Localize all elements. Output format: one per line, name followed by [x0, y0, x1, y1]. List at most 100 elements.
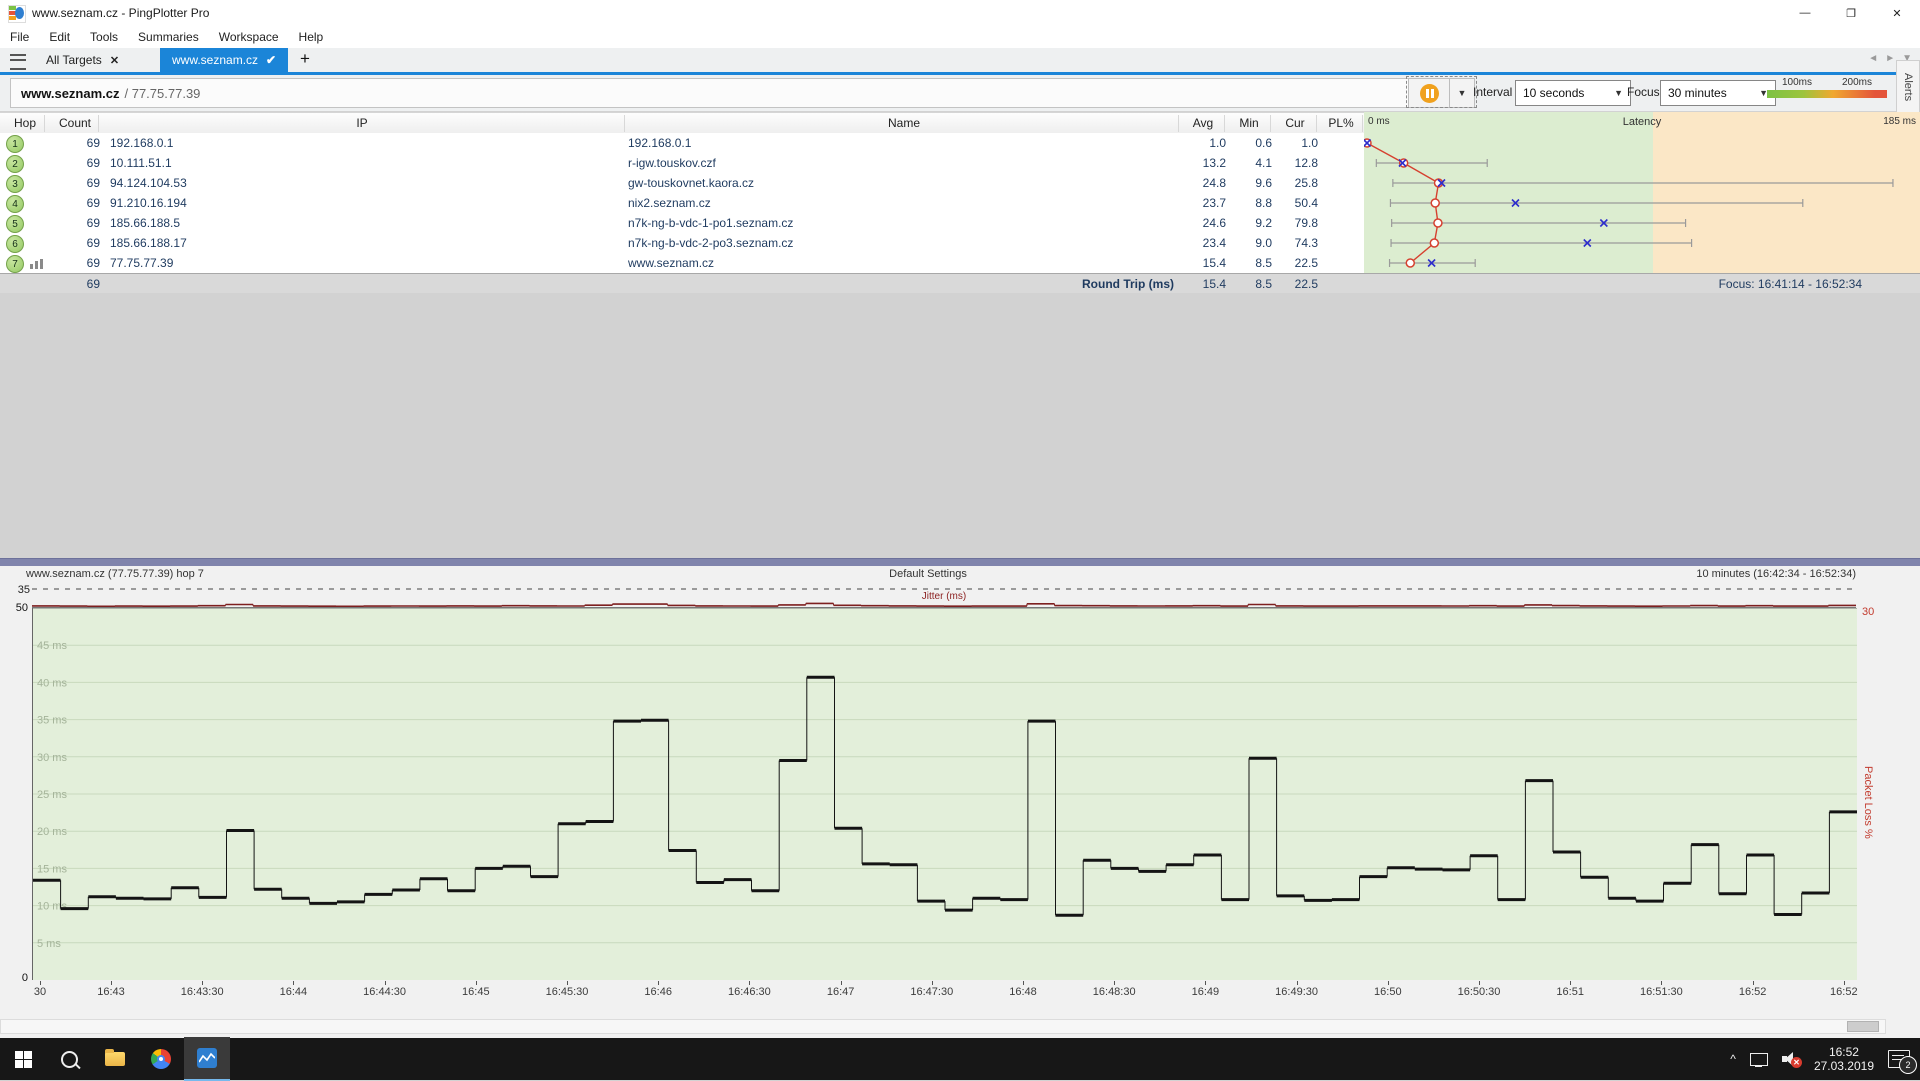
history-back-icon[interactable]: ◄ [1868, 53, 1878, 64]
cell-name: n7k-ng-b-vdc-2-po3.seznam.cz [628, 236, 793, 250]
pause-button[interactable] [1408, 78, 1450, 108]
cell-min: 4.1 [1226, 156, 1272, 170]
time-tick-label: 16:45 [462, 986, 490, 998]
menu-edit[interactable]: Edit [39, 30, 80, 44]
clock-time: 16:52 [1814, 1045, 1874, 1059]
legend-100ms: 100ms [1782, 77, 1812, 88]
col-header-hop[interactable]: Hop [0, 116, 50, 130]
packet-loss-axis-title: Packet Loss % [1862, 766, 1874, 839]
cell-cur: 50.4 [1272, 196, 1318, 210]
time-tick-label: 30 [34, 986, 46, 998]
timeline-settings-label[interactable]: Default Settings [0, 568, 1856, 580]
gridline-label: 5 ms [37, 938, 61, 950]
menu-tools[interactable]: Tools [80, 30, 128, 44]
network-icon[interactable] [1750, 1053, 1768, 1066]
menu-summaries[interactable]: Summaries [128, 30, 209, 44]
taskbar-pingplotter-active[interactable] [184, 1037, 230, 1081]
jitter-axis-max: 35 [8, 584, 30, 596]
time-tick-label: 16:48:30 [1093, 986, 1136, 998]
start-button[interactable] [0, 1038, 46, 1080]
col-header-avg[interactable]: Avg [1180, 116, 1226, 130]
cell-ip: 94.124.104.53 [110, 176, 187, 190]
legend-gradient-bar [1767, 90, 1887, 98]
gridline-label: 25 ms [37, 789, 67, 801]
pause-icon [1420, 84, 1439, 103]
pingplotter-icon [197, 1048, 217, 1068]
horizontal-scrollbar[interactable] [0, 1019, 1886, 1034]
notification-badge: 2 [1899, 1056, 1917, 1074]
taskbar-search-button[interactable] [46, 1038, 92, 1080]
menu-bar: FileEditToolsSummariesWorkspaceHelp [0, 26, 1920, 48]
col-header-name[interactable]: Name [628, 116, 1180, 130]
new-tab-button[interactable]: + [300, 49, 310, 69]
time-tick-label: 16:47:30 [910, 986, 953, 998]
cell-cur: 79.8 [1272, 216, 1318, 230]
cell-ip: 185.66.188.5 [110, 216, 180, 230]
cell-ip: 185.66.188.17 [110, 236, 187, 250]
alerts-side-tab[interactable]: Alerts [1896, 60, 1920, 114]
tab-all-targets[interactable]: All Targets ✕ [34, 48, 131, 72]
cell-ip: 77.75.77.39 [110, 256, 173, 270]
pause-dropdown-button[interactable]: ▼ [1450, 78, 1475, 108]
cell-name: r-igw.touskov.czf [628, 156, 716, 170]
col-header-cur[interactable]: Cur [1272, 116, 1318, 130]
latency-title: Latency [1364, 116, 1920, 128]
menu-file[interactable]: File [0, 30, 39, 44]
action-center-icon[interactable]: 2 [1888, 1050, 1910, 1068]
time-tick-label: 16:46:30 [728, 986, 771, 998]
time-tick-label: 16:46 [644, 986, 672, 998]
legend-200ms: 200ms [1842, 77, 1872, 88]
taskbar-chrome[interactable] [138, 1038, 184, 1080]
hop-latency-graph[interactable] [1364, 133, 1920, 273]
hop-number-badge: 3 [6, 175, 24, 193]
time-tick-label: 16:52 [1739, 986, 1767, 998]
col-header-min[interactable]: Min [1226, 116, 1272, 130]
col-header-ip[interactable]: IP [100, 116, 624, 130]
hop-number-badge: 5 [6, 215, 24, 233]
time-tick-label: 16:44 [280, 986, 308, 998]
show-hidden-icons[interactable]: ^ [1730, 1052, 1736, 1066]
cell-count: 69 [50, 176, 100, 190]
target-summary-box[interactable]: www.seznam.cz / 77.75.77.39 [10, 78, 1414, 108]
col-header-count[interactable]: Count [50, 116, 100, 130]
cell-name: gw-touskovnet.kaora.cz [628, 176, 754, 190]
cell-min: 9.6 [1226, 176, 1272, 190]
volume-muted-icon[interactable]: ✕ [1782, 1052, 1800, 1066]
pause-button-group: ▼ [1408, 78, 1475, 106]
cell-count: 69 [50, 156, 100, 170]
tab-all-targets-label: All Targets [46, 53, 102, 67]
col-header-pl[interactable]: PL% [1318, 116, 1364, 130]
hop-number-badge: 1 [6, 135, 24, 153]
interval-select[interactable]: 10 seconds ▼ [1515, 80, 1631, 106]
round-trip-cur: 22.5 [1272, 277, 1318, 291]
history-forward-icon[interactable]: ► [1885, 53, 1895, 64]
menu-help[interactable]: Help [289, 30, 334, 44]
window-title: www.seznam.cz - PingPlotter Pro [32, 6, 209, 20]
windows-taskbar: ^ ✕ 16:52 27.03.2019 2 [0, 1038, 1920, 1080]
close-tab-icon[interactable]: ✕ [110, 54, 119, 67]
scrollbar-thumb[interactable] [1847, 1021, 1879, 1032]
cell-cur: 25.8 [1272, 176, 1318, 190]
jitter-strip[interactable]: Jitter (ms) [32, 582, 1856, 608]
round-trip-row: 69 Round Trip (ms) 15.4 8.5 22.5 Focus: … [0, 273, 1920, 294]
cell-ip: 91.210.16.194 [110, 196, 187, 210]
y-axis-min: 0 [2, 972, 28, 984]
latency-timeline-plot[interactable]: 45 ms40 ms35 ms30 ms25 ms20 ms15 ms10 ms… [32, 608, 1857, 980]
targets-menu-icon[interactable] [10, 54, 26, 70]
taskbar-file-explorer[interactable] [92, 1038, 138, 1080]
tab-www-seznam-cz[interactable]: www.seznam.cz ✔ [160, 48, 288, 72]
menu-workspace[interactable]: Workspace [209, 30, 289, 44]
focus-value: 30 minutes [1668, 86, 1727, 100]
focus-select[interactable]: 30 minutes ▼ [1660, 80, 1776, 106]
time-tick-label: 16:52 [1830, 986, 1858, 998]
cell-name: www.seznam.cz [628, 256, 714, 270]
restore-button[interactable]: ❐ [1828, 0, 1874, 26]
timeline-graph-section: www.seznam.cz (77.75.77.39) hop 7 Defaul… [0, 566, 1920, 1038]
taskbar-clock[interactable]: 16:52 27.03.2019 [1814, 1045, 1874, 1073]
latency-color-legend: 100ms 200ms [1767, 77, 1887, 98]
minimize-button[interactable]: — [1782, 0, 1828, 26]
cell-count: 69 [50, 136, 100, 150]
jitter-label: Jitter (ms) [32, 591, 1856, 602]
close-button[interactable]: ✕ [1874, 0, 1920, 26]
hop-number-badge: 2 [6, 155, 24, 173]
